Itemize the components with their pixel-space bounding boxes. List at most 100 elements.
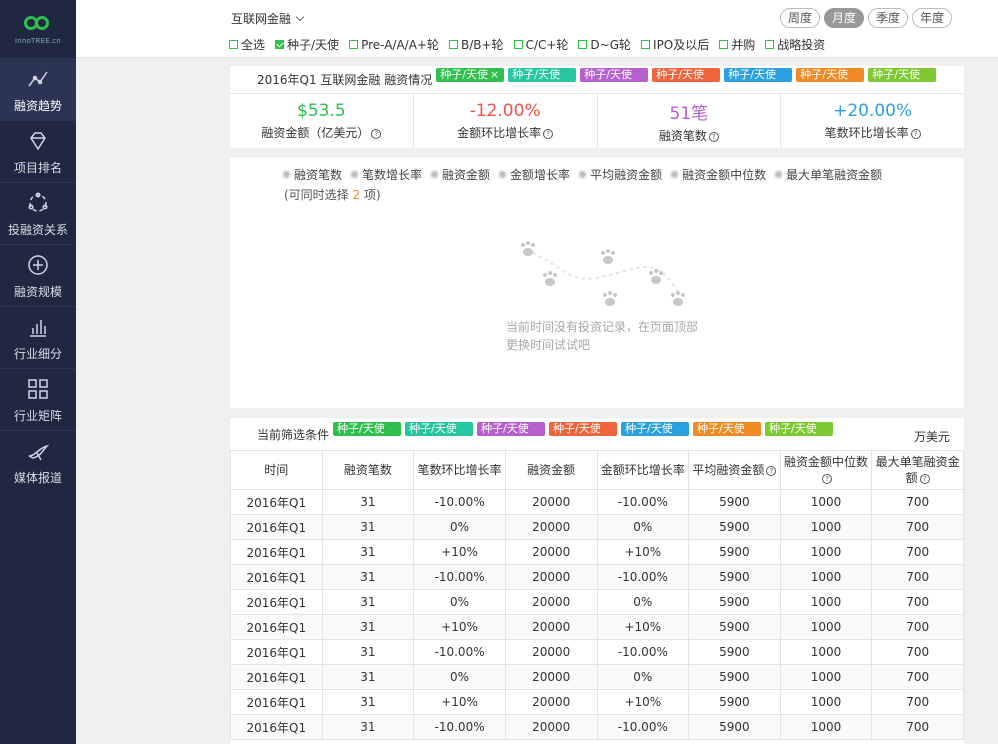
checkbox-icon bbox=[448, 40, 458, 49]
round-tag[interactable]: 种子/天使 bbox=[868, 67, 937, 82]
close-icon[interactable]: × bbox=[490, 68, 499, 81]
round-label: 战略投资 bbox=[777, 38, 826, 52]
logo-text: InnoTREE.cn bbox=[15, 36, 61, 45]
period-button-3[interactable]: 年度 bbox=[911, 8, 952, 28]
network-icon bbox=[25, 190, 51, 216]
industry-dropdown[interactable]: 互联网金融 bbox=[231, 10, 305, 27]
round-checkbox-0[interactable]: 全选 bbox=[229, 36, 265, 53]
table-cell: 1000 bbox=[779, 639, 873, 665]
tag-label: 种子/天使 bbox=[512, 67, 560, 81]
round-tag[interactable]: 种子/天使 bbox=[580, 67, 649, 82]
table-cell: 20000 bbox=[504, 489, 598, 515]
help-icon[interactable]: ? bbox=[708, 131, 719, 142]
radio-icon bbox=[350, 170, 360, 179]
round-tag[interactable]: 种子/天使 bbox=[652, 67, 721, 82]
round-checkbox-1[interactable]: 种子/天使 bbox=[275, 36, 339, 53]
round-checkbox-4[interactable]: C/C+轮 bbox=[513, 36, 568, 53]
logo[interactable]: InnoTREE.cn bbox=[0, 0, 76, 58]
metric-value: 51笔 bbox=[669, 103, 709, 124]
period-button-2[interactable]: 季度 bbox=[867, 8, 908, 28]
trend-line-icon bbox=[25, 66, 51, 92]
round-tag[interactable]: 种子/天使 × bbox=[436, 67, 505, 82]
sidebar-item-2[interactable]: 投融资关系 bbox=[0, 182, 76, 244]
round-tag[interactable]: 种子/天使 bbox=[508, 67, 577, 82]
matrix-icon bbox=[25, 376, 51, 402]
round-checkbox-8[interactable]: 战略投资 bbox=[765, 36, 825, 53]
metric-option-4[interactable]: 平均融资金额 bbox=[578, 166, 662, 183]
help-icon[interactable]: ? bbox=[371, 129, 382, 139]
tag-label: 种子/天使 bbox=[625, 422, 673, 435]
help-icon[interactable]: ? bbox=[766, 466, 777, 476]
round-tag[interactable]: 种子/天使 bbox=[693, 422, 762, 436]
round-checkbox-5[interactable]: D~G轮 bbox=[578, 36, 631, 53]
table-row: 2016年Q1 31 0% 20000 0% 5900 1000 700 bbox=[230, 589, 964, 615]
tag-label: 种子/天使 bbox=[409, 422, 457, 435]
period-button-1[interactable]: 月度 bbox=[823, 8, 864, 28]
round-tag[interactable]: 种子/天使 bbox=[405, 422, 474, 436]
metric-option-0[interactable]: 融资笔数 bbox=[282, 166, 342, 183]
period-switch: 周度 月度 季度 年度 bbox=[779, 8, 952, 28]
metric-option-3[interactable]: 金额增长率 bbox=[498, 166, 570, 183]
table-cell: -10.00% bbox=[596, 489, 690, 515]
help-icon[interactable]: ? bbox=[543, 129, 554, 139]
period-button-0[interactable]: 周度 bbox=[779, 8, 820, 28]
metric-option-5[interactable]: 融资金额中位数 bbox=[670, 166, 766, 183]
table-cell: 700 bbox=[871, 564, 964, 590]
sidebar-item-label: 项目排名 bbox=[13, 160, 62, 175]
table-row: 2016年Q1 31 +10% 20000 +10% 5900 1000 700 bbox=[230, 689, 964, 715]
sidebar-item-4[interactable]: 行业细分 bbox=[0, 306, 76, 368]
tag-label: 种子/天使 bbox=[769, 422, 817, 435]
round-tag[interactable]: 种子/天使 bbox=[549, 422, 618, 436]
sidebar-item-3[interactable]: 融资规模 bbox=[0, 244, 76, 306]
round-tag[interactable]: 种子/天使 bbox=[724, 67, 793, 82]
option-label: 融资笔数 bbox=[294, 168, 343, 182]
round-checkbox-7[interactable]: 并购 bbox=[719, 36, 755, 53]
sidebar-item-5[interactable]: 行业矩阵 bbox=[0, 368, 76, 430]
diamond-icon bbox=[25, 128, 51, 154]
sidebar-item-1[interactable]: 项目排名 bbox=[0, 120, 76, 182]
round-checkbox-2[interactable]: Pre-A/A/A+轮 bbox=[349, 36, 439, 53]
metric-option-6[interactable]: 最大单笔融资金额 bbox=[774, 166, 882, 183]
round-tag[interactable]: 种子/天使 bbox=[333, 422, 402, 436]
table-cell: 31 bbox=[321, 689, 415, 715]
table-cell: 31 bbox=[321, 514, 415, 540]
radio-icon bbox=[430, 170, 440, 179]
metric-option-1[interactable]: 笔数增长率 bbox=[350, 166, 422, 183]
metric-option-2[interactable]: 融资金额 bbox=[430, 166, 490, 183]
round-tag[interactable]: 种子/天使 bbox=[796, 67, 865, 82]
sidebar-item-0[interactable]: 融资趋势 bbox=[0, 58, 76, 120]
sidebar-item-6[interactable]: 媒体报道 bbox=[0, 430, 76, 492]
table-cell: 2016年Q1 bbox=[230, 664, 323, 690]
table-cell: 700 bbox=[871, 689, 964, 715]
sidebar-item-label: 融资趋势 bbox=[13, 98, 62, 113]
help-icon[interactable]: ? bbox=[919, 474, 930, 484]
column-header: 笔数环比增长率 bbox=[413, 450, 506, 490]
table-cell: +10% bbox=[413, 689, 506, 715]
radio-icon bbox=[498, 170, 508, 179]
column-header: 融资笔数 bbox=[321, 450, 415, 490]
round-tag[interactable]: 种子/天使 bbox=[621, 422, 690, 436]
tag-label: 种子/天使 bbox=[800, 67, 848, 81]
round-filter: 全选 种子/天使 Pre-A/A/A+轮 B/B+轮 C/C+轮 D~G轮 IPO及以后 并购… bbox=[229, 36, 835, 53]
table-cell: -10.00% bbox=[596, 564, 690, 590]
table-cell: 1000 bbox=[779, 664, 873, 690]
column-header: 最大单笔融资金额? bbox=[871, 450, 964, 490]
table-cell: 20000 bbox=[504, 664, 598, 690]
table-cell: 5900 bbox=[688, 639, 781, 665]
table-cell: 5900 bbox=[688, 689, 781, 715]
help-icon[interactable]: ? bbox=[910, 129, 921, 139]
round-tag[interactable]: 种子/天使 bbox=[477, 422, 546, 436]
round-tag[interactable]: 种子/天使 bbox=[765, 422, 834, 436]
table-cell: 2016年Q1 bbox=[230, 614, 323, 640]
table-cell: 5900 bbox=[688, 514, 781, 540]
round-checkbox-3[interactable]: B/B+轮 bbox=[448, 36, 504, 53]
tag-label: 种子/天使 bbox=[481, 422, 529, 435]
table-cell: 0% bbox=[596, 514, 690, 540]
table-row: 2016年Q1 31 +10% 20000 +10% 5900 1000 700 bbox=[230, 614, 964, 640]
round-checkbox-6[interactable]: IPO及以后 bbox=[641, 36, 709, 53]
table-cell: 20000 bbox=[504, 539, 598, 565]
round-label: 种子/天使 bbox=[287, 38, 340, 52]
option-label: 最大单笔融资金额 bbox=[786, 168, 883, 182]
table-cell: 2016年Q1 bbox=[230, 689, 323, 715]
help-icon[interactable]: ? bbox=[822, 474, 833, 484]
